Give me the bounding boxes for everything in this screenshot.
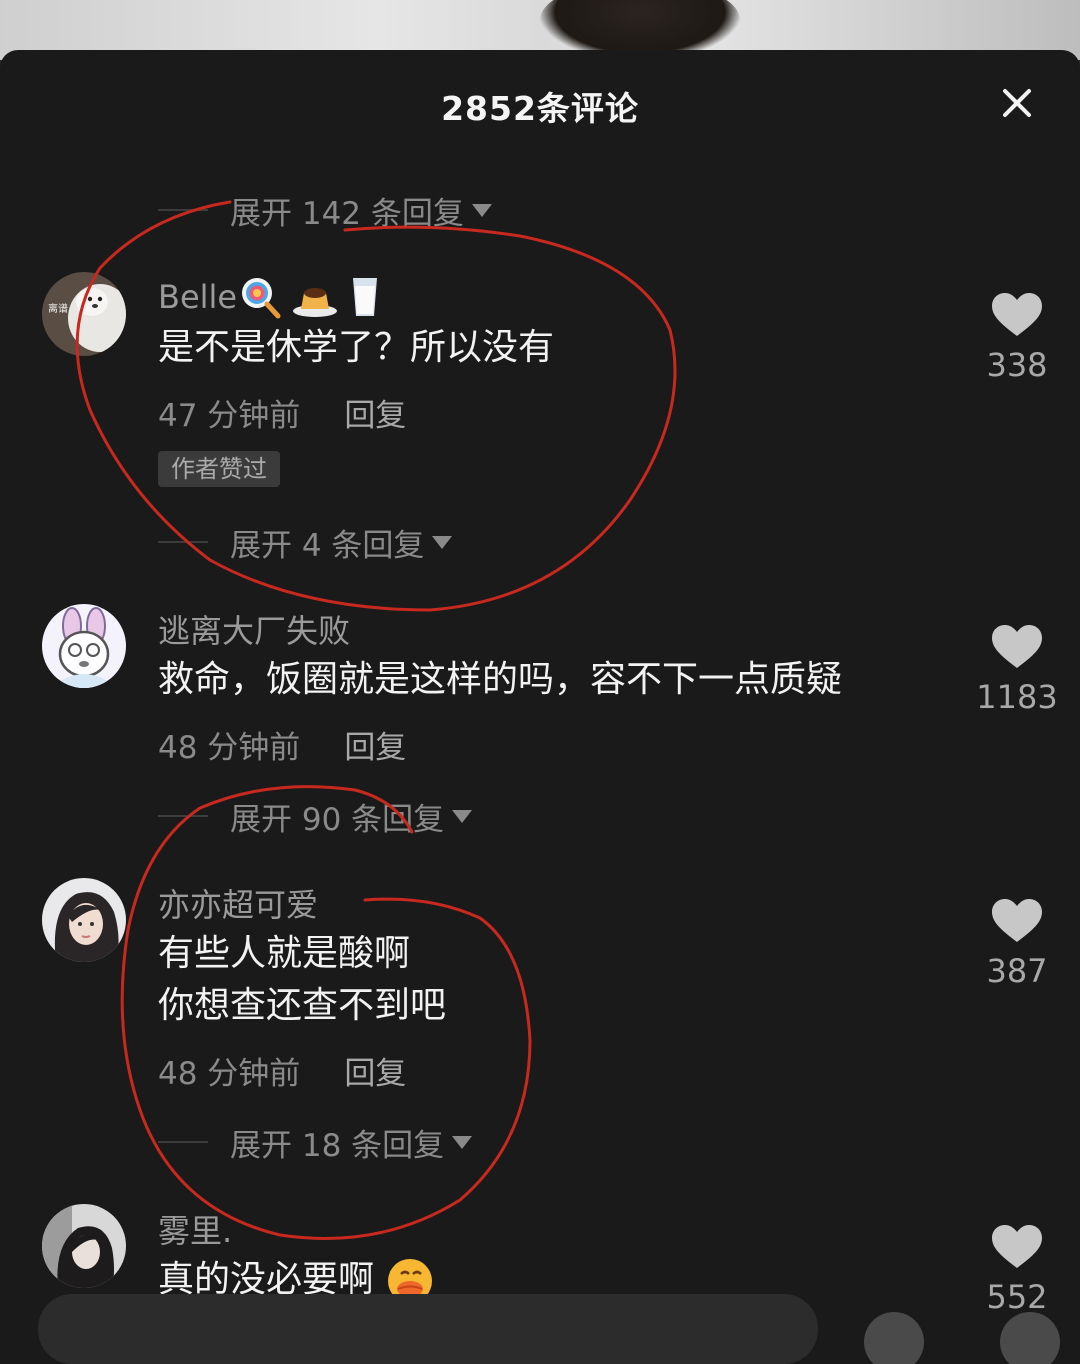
avatar-label: 离谱 [48,302,68,315]
comment-username[interactable]: 亦亦超可爱 [158,880,318,926]
expand-replies-90[interactable]: 展开 90 条回复 [158,796,473,838]
thread-line [158,1141,208,1143]
comment-meta: 48 分钟前 回复 [158,1048,406,1093]
comment-time: 48 分钟前 [158,1056,301,1092]
comment-username[interactable]: 逃离大厂失败 [158,606,350,652]
like-button[interactable]: 338 [968,292,1066,384]
thread-line [158,209,208,211]
like-count: 338 [986,346,1048,384]
thread-line [158,541,208,543]
comment-line: 救命，饭圈就是这样的吗，容不下一点质疑 [158,659,843,700]
thread-line [158,815,208,817]
comment-line: 有些人就是酸啊 [158,933,411,974]
author-liked-badge: 作者赞过 [158,451,280,487]
reply-button[interactable]: 回复 [344,1056,406,1092]
emoji-button[interactable] [864,1312,924,1364]
reply-button[interactable]: 回复 [344,730,406,766]
like-count: 552 [986,1278,1048,1316]
comment-meta: 47 分钟前 回复 [158,390,406,435]
expand-label: 展开 90 条回复 [230,801,445,838]
mention-button[interactable] [1000,1312,1060,1364]
avatar[interactable] [42,1204,126,1288]
like-button[interactable]: 387 [968,898,1066,990]
caret-down-icon [452,809,473,823]
heart-icon [992,625,1042,668]
expand-replies-4[interactable]: 展开 4 条回复 [158,522,453,564]
pudding-icon [293,288,338,317]
comment-text: 是不是休学了？所以没有 [158,322,554,374]
expand-label: 展开 18 条回复 [230,1127,445,1164]
like-count: 387 [986,952,1048,990]
close-button[interactable] [994,80,1040,126]
expand-label: 展开 142 条回复 [230,195,464,232]
caret-down-icon [432,535,453,549]
comment-username[interactable]: Belle [158,274,385,320]
lollipop-icon [242,278,281,319]
caret-down-icon [452,1135,473,1149]
heart-icon [992,1225,1042,1268]
username-text: Belle [158,278,238,316]
avatar[interactable] [42,878,126,962]
comment-meta: 48 分钟前 回复 [158,722,406,767]
comments-title: 2852条评论 [441,89,639,128]
like-count: 1183 [976,678,1058,716]
expand-replies-142[interactable]: 展开 142 条回复 [158,190,492,232]
comment-time: 48 分钟前 [158,730,301,766]
comments-sheet: 2852条评论 [0,50,1080,1364]
close-icon [1003,89,1031,117]
heart-icon [992,899,1042,942]
comment-line: 是不是休学了？所以没有 [158,327,555,368]
reply-button[interactable]: 回复 [344,398,406,434]
like-button[interactable]: 552 [968,1224,1066,1316]
comment-time: 47 分钟前 [158,398,301,434]
like-button[interactable]: 1183 [968,624,1066,716]
comment-text: 救命，饭圈就是这样的吗，容不下一点质疑 [158,654,842,706]
expand-label: 展开 4 条回复 [230,527,425,564]
milk-glass-icon [353,278,378,316]
heart-icon [992,293,1042,336]
caret-down-icon [471,203,492,217]
comment-line: 你想查还查不到吧 [158,985,447,1026]
comment-username[interactable]: 雾里. [158,1206,232,1252]
expand-replies-18[interactable]: 展开 18 条回复 [158,1122,473,1164]
avatar[interactable]: 离谱 [42,272,126,356]
comment-input-bar[interactable] [38,1294,818,1364]
avatar[interactable] [42,604,126,688]
comment-text: 有些人就是酸啊 你想查还查不到吧 [158,928,446,1032]
